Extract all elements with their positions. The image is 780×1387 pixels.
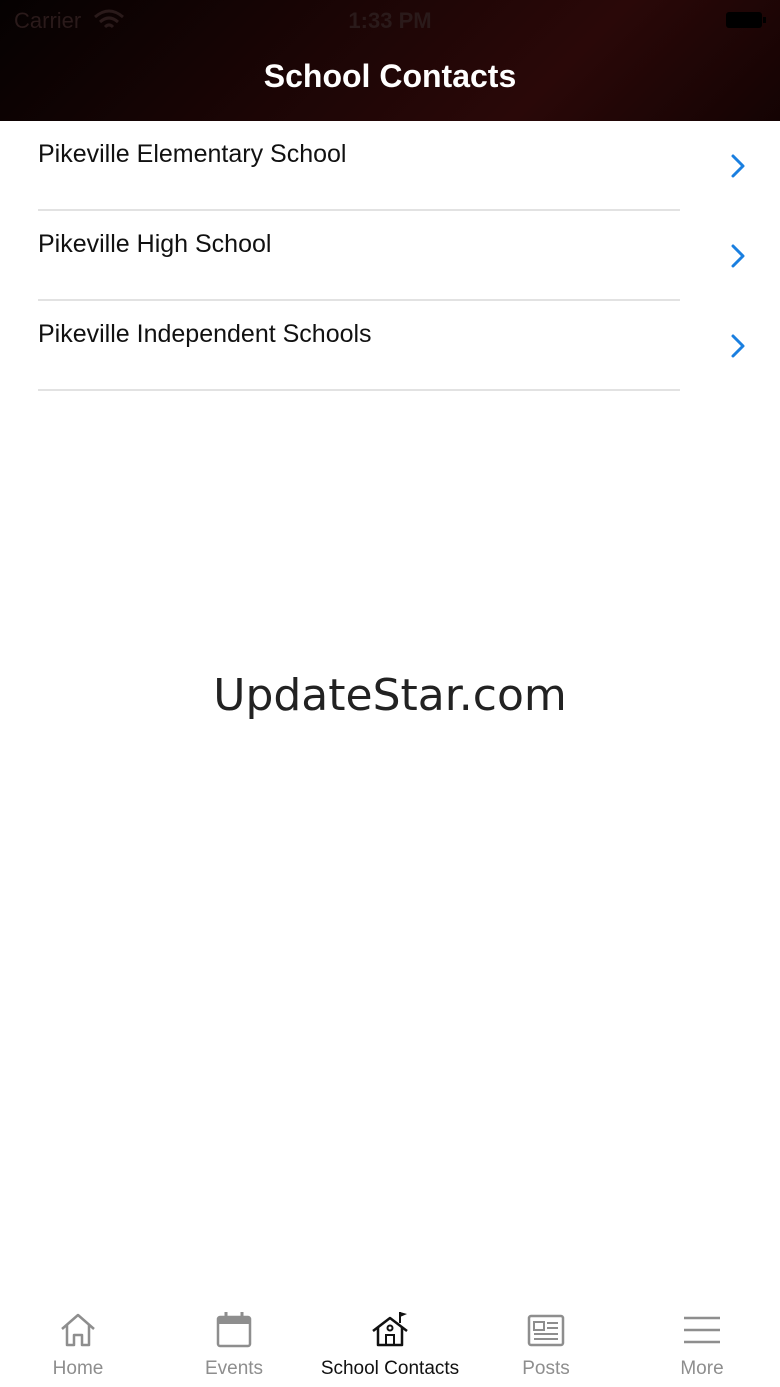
tab-label: Events [204, 1358, 264, 1379]
list-item[interactable]: Pikeville Independent Schools [0, 301, 780, 391]
page-title: School Contacts [263, 58, 517, 94]
divider [38, 389, 680, 391]
menu-icon [684, 1316, 720, 1344]
home-icon [61, 1313, 95, 1347]
tab-label: More [680, 1358, 724, 1379]
tab-label: School Contacts [320, 1358, 460, 1379]
school-icon [372, 1312, 408, 1347]
tab-posts[interactable]: Posts [468, 1296, 624, 1387]
tab-events[interactable]: Events [156, 1296, 312, 1387]
tab-school-contacts[interactable]: School Contacts [312, 1296, 468, 1387]
watermark: UpdateStar.com [213, 670, 567, 721]
battery-icon [726, 12, 766, 28]
list-item[interactable]: Pikeville Elementary School [0, 121, 780, 211]
nav-header: Carrier 1:33 PM School Contacts [0, 0, 780, 121]
calendar-icon [216, 1312, 252, 1348]
tab-more[interactable]: More [624, 1296, 780, 1387]
status-bar: Carrier 1:33 PM [0, 0, 780, 40]
tab-label: Posts [522, 1358, 570, 1379]
chevron-right-icon [731, 154, 745, 178]
tab-home[interactable]: Home [0, 1296, 156, 1387]
status-time: 1:33 PM [348, 8, 432, 33]
newspaper-icon [527, 1314, 565, 1347]
list-item[interactable]: Pikeville High School [0, 211, 780, 301]
tab-label: Home [52, 1358, 104, 1379]
contacts-list: Pikeville Elementary School Pikeville Hi… [0, 121, 780, 391]
chevron-right-icon [731, 244, 745, 268]
list-item-label: Pikeville Elementary School [38, 140, 347, 168]
list-item-label: Pikeville High School [38, 230, 272, 258]
list-item-label: Pikeville Independent Schools [38, 320, 372, 348]
chevron-right-icon [731, 334, 745, 358]
tab-bar: Home Events School Contacts Posts More [0, 1296, 780, 1387]
